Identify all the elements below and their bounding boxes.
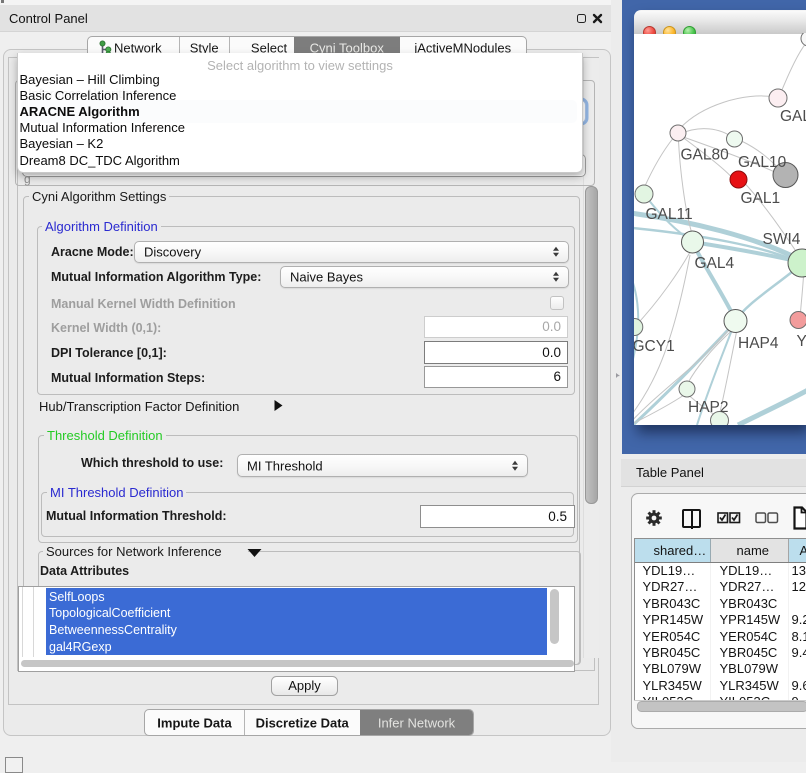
svg-text:GAL1: GAL1: [740, 190, 780, 207]
svg-text:HAP2: HAP2: [688, 399, 729, 416]
svg-text:GAL10: GAL10: [738, 154, 787, 171]
svg-text:SWI4: SWI4: [762, 231, 800, 248]
svg-text:GAL80: GAL80: [680, 147, 729, 164]
svg-text:GAL4: GAL4: [694, 255, 734, 272]
svg-text:GCY1: GCY1: [634, 338, 675, 355]
svg-text:GAL11: GAL11: [645, 206, 692, 223]
svg-text:Y: Y: [796, 333, 806, 350]
svg-text:HAP4: HAP4: [738, 335, 779, 352]
svg-text:GAL7: GAL7: [780, 108, 806, 125]
